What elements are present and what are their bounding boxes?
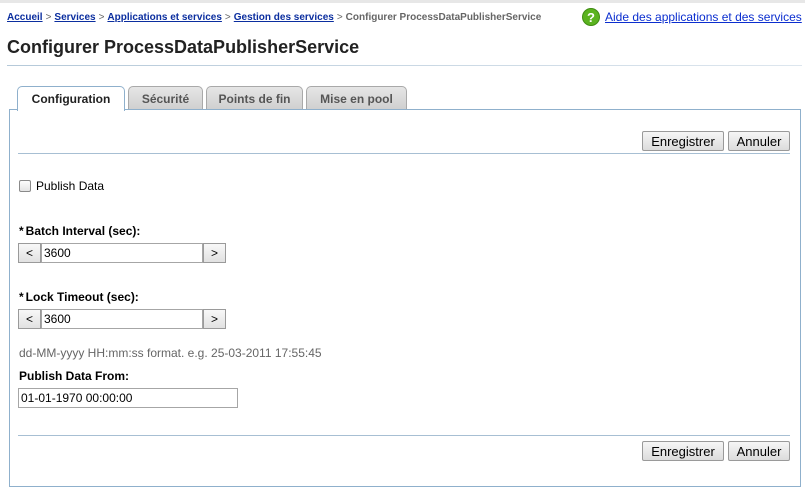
required-mark: * <box>19 290 24 304</box>
breadcrumb-separator: > <box>45 12 52 23</box>
help-area: ? Aide des applications et des services <box>582 8 802 26</box>
cancel-button-bottom[interactable]: Annuler <box>728 441 790 461</box>
breadcrumb-link-services[interactable]: Services <box>54 12 95 23</box>
date-format-hint: dd-MM-yyyy HH:mm:ss format. e.g. 25-03-2… <box>19 346 322 360</box>
publish-data-from-input[interactable] <box>18 388 238 408</box>
lock-timeout-decrement-button[interactable]: < <box>18 309 41 329</box>
tab-points-de-fin[interactable]: Points de fin <box>206 86 303 110</box>
lock-timeout-label: * Lock Timeout (sec): <box>19 290 139 304</box>
help-icon[interactable]: ? <box>582 8 600 26</box>
breadcrumb-link-accueil[interactable]: Accueil <box>7 12 43 23</box>
breadcrumb-link-gestion[interactable]: Gestion des services <box>234 12 334 23</box>
batch-interval-label: * Batch Interval (sec): <box>19 224 140 238</box>
tab-configuration[interactable]: Configuration <box>17 86 125 111</box>
required-mark: * <box>19 224 24 238</box>
breadcrumb-link-applications[interactable]: Applications et services <box>107 12 222 23</box>
bottom-divider <box>18 435 790 436</box>
batch-interval-increment-button[interactable]: > <box>203 243 226 263</box>
breadcrumb-separator: > <box>336 12 343 23</box>
lock-timeout-increment-button[interactable]: > <box>203 309 226 329</box>
top-border <box>0 0 805 3</box>
batch-interval-decrement-button[interactable]: < <box>18 243 41 263</box>
tab-mise-en-pool[interactable]: Mise en pool <box>306 86 407 110</box>
top-divider <box>18 153 790 154</box>
batch-interval-label-text: Batch Interval (sec): <box>25 224 141 238</box>
lock-timeout-input[interactable] <box>41 309 203 329</box>
save-button-bottom[interactable]: Enregistrer <box>642 441 724 461</box>
publish-data-checkbox[interactable] <box>19 180 31 192</box>
breadcrumb-separator: > <box>98 12 105 23</box>
batch-interval-input[interactable] <box>41 243 203 263</box>
breadcrumb-separator: > <box>224 12 231 23</box>
tab-securite[interactable]: Sécurité <box>128 86 203 110</box>
cancel-button-top[interactable]: Annuler <box>728 131 790 151</box>
help-link[interactable]: Aide des applications et des services <box>605 10 802 24</box>
page-title: Configurer ProcessDataPublisherService <box>7 37 360 57</box>
save-button-top[interactable]: Enregistrer <box>642 131 724 151</box>
lock-timeout-label-text: Lock Timeout (sec): <box>25 290 139 304</box>
breadcrumb: Accueil > Services > Applications et service… <box>7 12 541 23</box>
configuration-panel: Enregistrer Annuler Publish Data * Batch … <box>9 109 801 487</box>
breadcrumb-current: Configurer ProcessDataPublisherService <box>345 12 542 23</box>
title-divider <box>7 65 802 66</box>
publish-data-label: Publish Data <box>36 179 105 193</box>
publish-data-from-label: Publish Data From: <box>19 369 130 383</box>
